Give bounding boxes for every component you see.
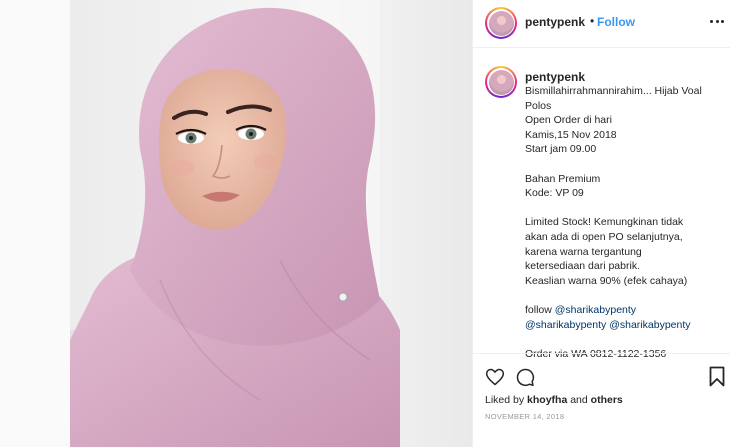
caption-line: Polos	[525, 99, 552, 112]
avatar[interactable]	[485, 7, 517, 39]
mention-link[interactable]: @sharikabypenty	[609, 319, 690, 331]
follow-button[interactable]: Follow	[597, 15, 635, 29]
caption-line: Limited Stock! Kemungkinan tidak	[525, 216, 684, 229]
more-options-icon[interactable]	[710, 13, 724, 29]
actions-bar: Liked by khoyfha and others NOVEMBER 14,…	[473, 353, 730, 447]
mention-link[interactable]: @sharikabypenty	[525, 319, 606, 331]
caption-line: karena warna tergantung	[525, 245, 642, 258]
caption-body: Bismillahirrahmannirahim... Hijab Voal P…	[525, 85, 702, 287]
likes-summary: Liked by khoyfha and others	[485, 394, 623, 406]
likes-prefix: Liked by	[485, 394, 528, 406]
likes-middle: and	[567, 394, 591, 406]
mention-link[interactable]: @sharikabypenty	[555, 304, 636, 316]
caption-section: pentypenk Bismillahirrahmannirahim... Hi…	[473, 48, 730, 360]
bookmark-icon[interactable]	[709, 366, 725, 387]
post-photo[interactable]	[70, 0, 472, 447]
follow-prefix: follow	[525, 303, 555, 316]
caption-line: Kode: VP 09	[525, 187, 584, 200]
caption-avatar[interactable]	[485, 66, 517, 98]
caption-line: Kamis,15 Nov 2018	[525, 128, 617, 141]
instagram-post-modal: pentypenk • Follow pentypenk Bismillahir…	[0, 0, 730, 447]
post-date: NOVEMBER 14, 2018	[485, 412, 565, 421]
likes-others-link[interactable]: others	[591, 394, 623, 406]
post-sidebar: pentypenk • Follow pentypenk Bismillahir…	[472, 0, 730, 447]
separator-dot: •	[590, 14, 595, 28]
caption-line: akan ada di open PO selanjutnya,	[525, 230, 683, 243]
caption-username[interactable]: pentypenk	[525, 70, 585, 84]
header-username[interactable]: pentypenk	[525, 15, 585, 29]
caption-line: Start jam 09.00	[525, 143, 597, 156]
caption-line: ketersediaan dari pabrik.	[525, 260, 640, 273]
caption-line: Keaslian warna 90% (efek cahaya)	[525, 274, 688, 287]
caption-line: Open Order di hari	[525, 114, 612, 127]
comment-icon[interactable]	[515, 367, 535, 387]
caption-line: Bismillahirrahmannirahim... Hijab Voal	[525, 85, 702, 97]
liker-username[interactable]: khoyfha	[527, 394, 567, 406]
post-header: pentypenk • Follow	[473, 0, 730, 48]
caption-line: Bahan Premium	[525, 172, 601, 185]
hijab-model-image	[70, 0, 472, 447]
caption-text: Bismillahirrahmannirahim... Hijab Voal P…	[525, 84, 725, 361]
heart-icon[interactable]	[485, 367, 505, 387]
